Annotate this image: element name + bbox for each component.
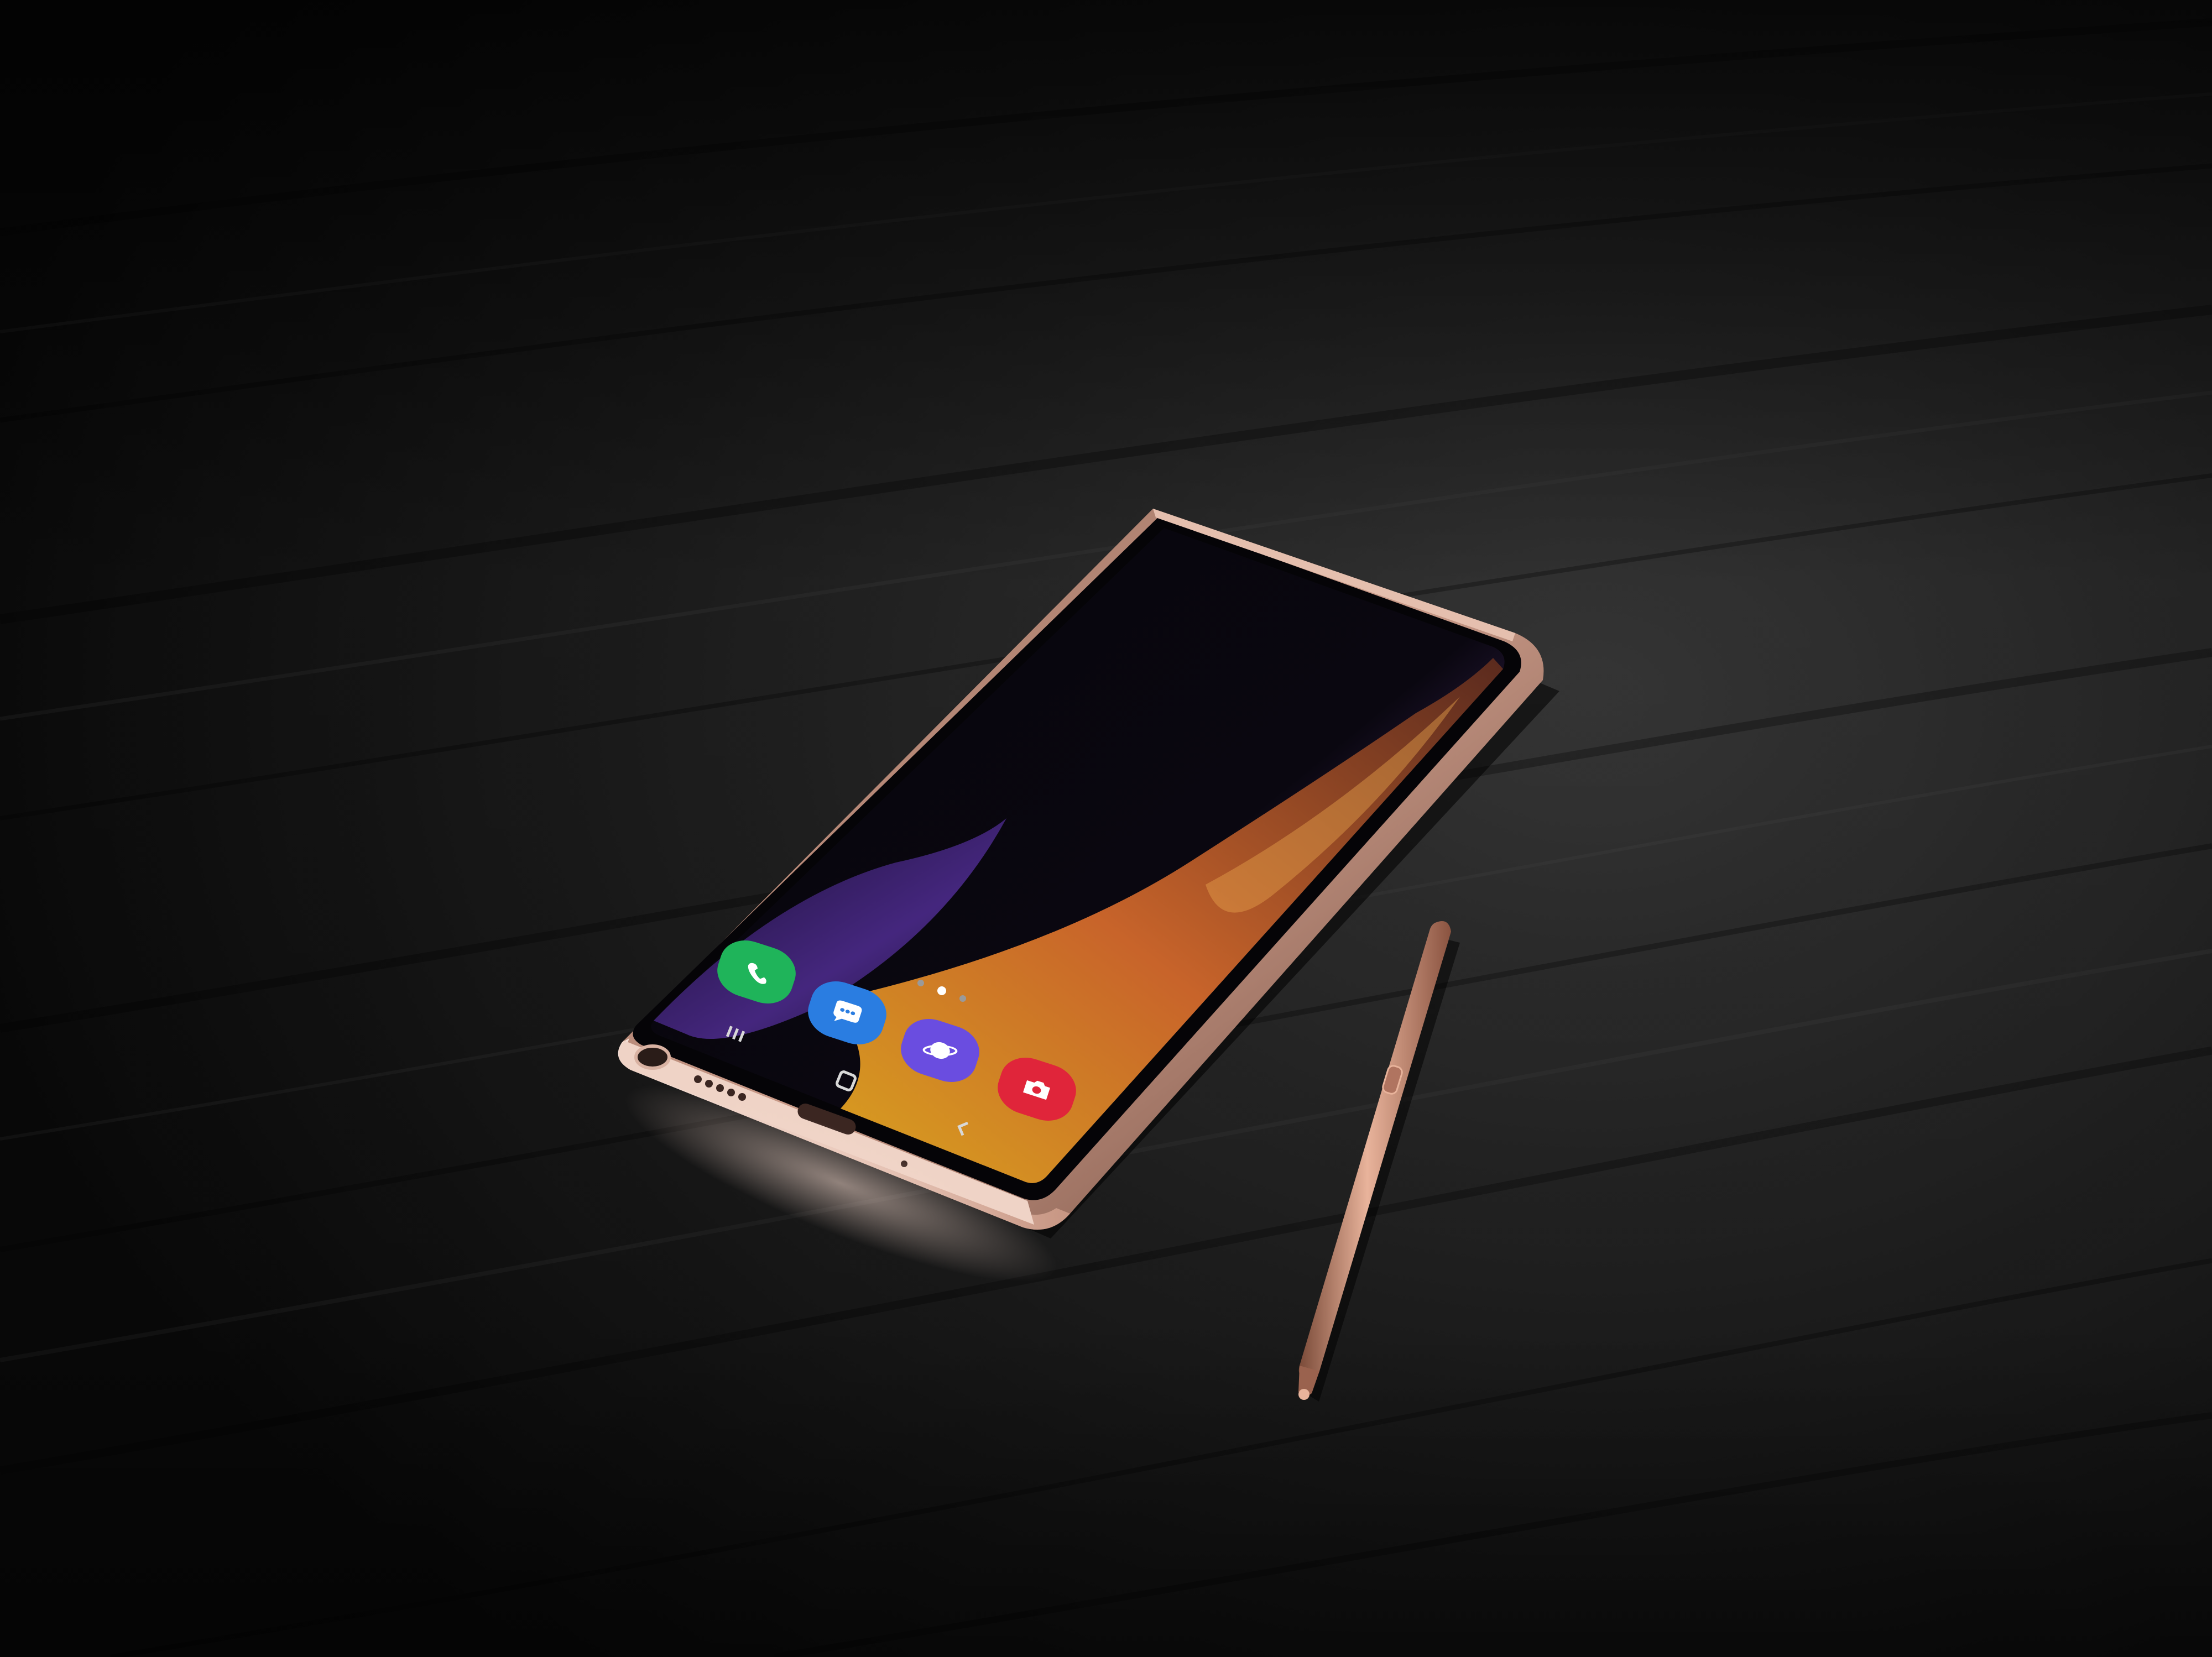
photo-scene — [0, 0, 2212, 1657]
spen-slot — [634, 1044, 671, 1070]
page-dot — [917, 980, 924, 986]
page-dot — [937, 986, 946, 995]
page-dot — [959, 995, 966, 1002]
stylus-nib — [1298, 1389, 1310, 1400]
